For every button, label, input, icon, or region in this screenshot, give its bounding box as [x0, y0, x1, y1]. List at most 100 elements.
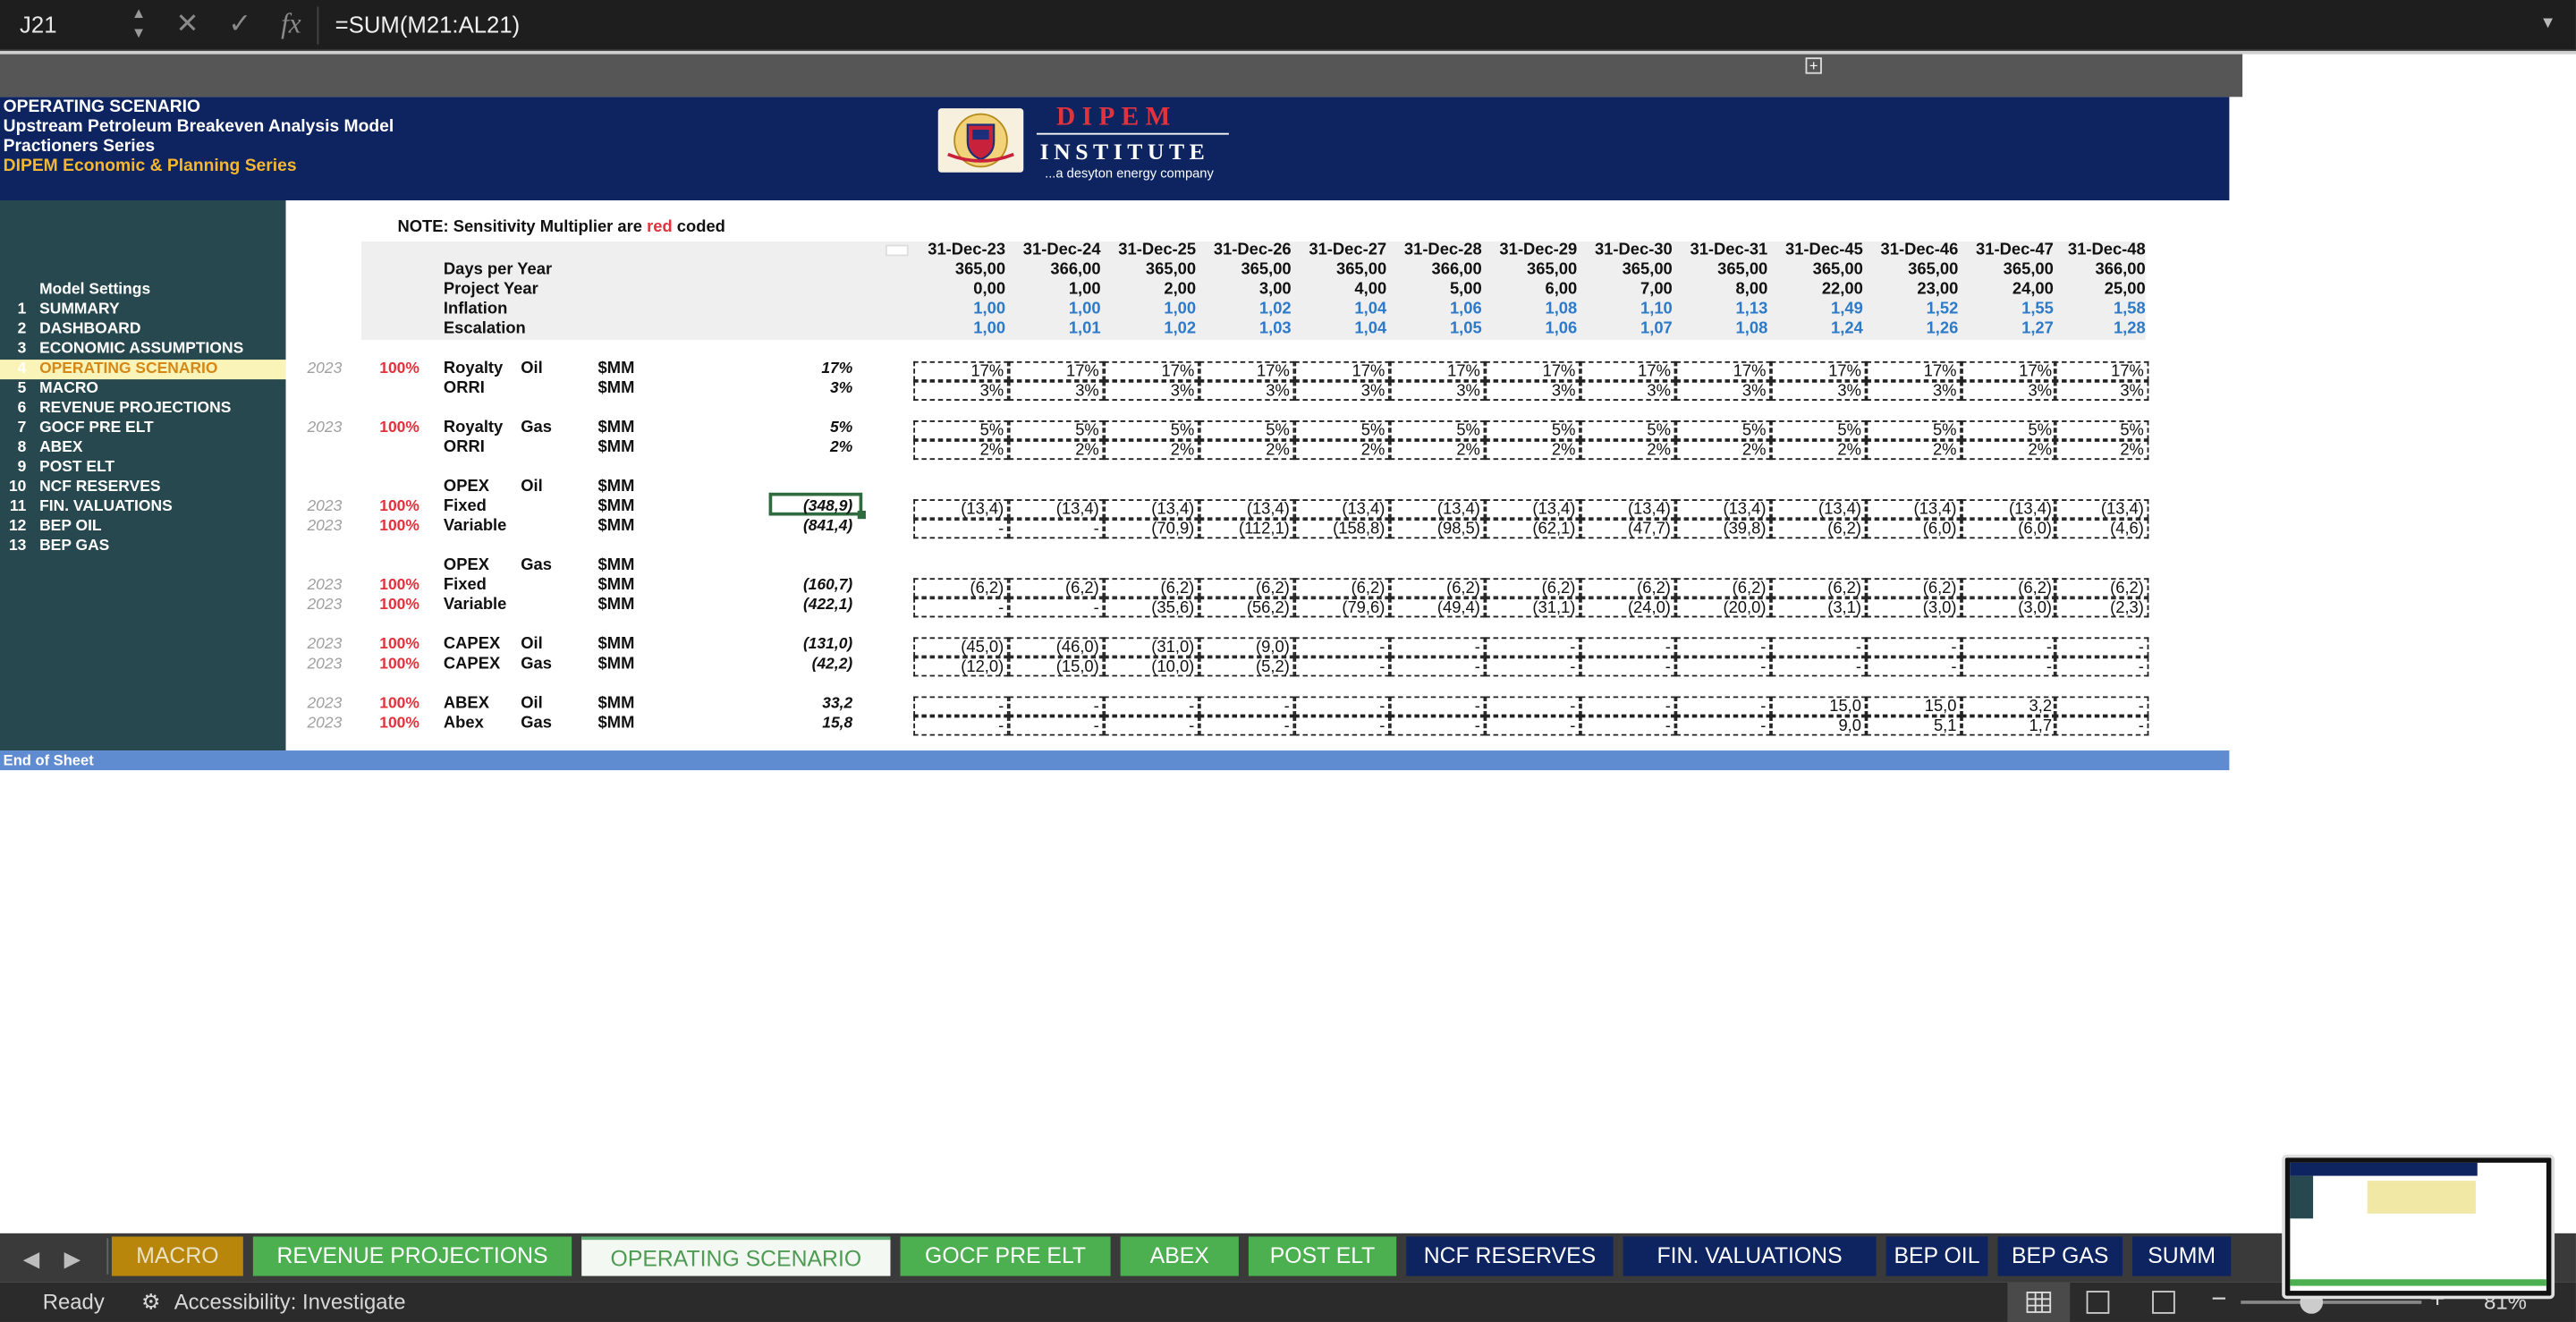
value-cell[interactable]: -: [1008, 597, 1105, 618]
value-cell[interactable]: 3%: [1675, 380, 1771, 401]
value-cell[interactable]: (6,2): [1580, 578, 1676, 598]
value-cell[interactable]: 2%: [1389, 440, 1486, 461]
value-cell[interactable]: 5%: [1580, 420, 1676, 441]
value-cell[interactable]: (70,9): [1104, 519, 1199, 539]
tab-sheet[interactable]: GOCF PRE ELT: [900, 1236, 1111, 1276]
zoom-out-icon[interactable]: −: [2211, 1286, 2226, 1316]
value-cell[interactable]: -: [1675, 696, 1771, 716]
value-cell[interactable]: -: [1199, 716, 1295, 736]
value-cell[interactable]: 17%: [1962, 360, 2057, 381]
value-cell[interactable]: (45,0): [913, 637, 1009, 657]
value-cell[interactable]: 3%: [2053, 380, 2149, 401]
value-cell[interactable]: (13,4): [2053, 499, 2149, 520]
name-box-stepper-icon[interactable]: ▲ ▼: [131, 4, 146, 43]
value-cell[interactable]: 15,0: [1866, 696, 1962, 716]
sensitivity-multiplier[interactable]: 3%: [754, 379, 852, 397]
value-cell[interactable]: 2%: [1199, 440, 1295, 461]
sensitivity-multiplier[interactable]: (841,4): [754, 517, 852, 535]
value-cell[interactable]: -: [1485, 657, 1580, 677]
value-cell[interactable]: 5%: [1485, 420, 1580, 441]
page-break-view-icon[interactable]: [2152, 1291, 2175, 1314]
value-cell[interactable]: 17%: [1770, 360, 1867, 381]
value-cell[interactable]: -: [1389, 637, 1486, 657]
value-cell[interactable]: (49,4): [1389, 597, 1486, 618]
value-cell[interactable]: -: [1675, 637, 1771, 657]
value-cell[interactable]: -: [913, 597, 1009, 618]
sensitivity-percent[interactable]: 100%: [379, 497, 419, 515]
sensitivity-multiplier[interactable]: 2%: [754, 438, 852, 456]
value-cell[interactable]: (13,4): [1580, 499, 1676, 520]
sensitivity-percent[interactable]: 100%: [379, 576, 419, 594]
value-cell[interactable]: 17%: [1389, 360, 1486, 381]
sensitivity-multiplier[interactable]: (42,2): [754, 656, 853, 674]
value-cell[interactable]: -: [1675, 657, 1771, 677]
name-box[interactable]: J21: [20, 12, 56, 38]
value-cell[interactable]: 5%: [1866, 420, 1962, 441]
value-cell[interactable]: -: [1199, 696, 1295, 716]
sidebar-item[interactable]: 10 NCF RESERVES: [0, 478, 286, 497]
value-cell[interactable]: (13,4): [1389, 499, 1486, 520]
sensitivity-multiplier[interactable]: 5%: [754, 419, 852, 436]
value-cell[interactable]: 3%: [1389, 380, 1486, 401]
tab-sheet[interactable]: FIN. VALUATIONS: [1623, 1236, 1877, 1276]
value-cell[interactable]: -: [1008, 519, 1105, 539]
value-cell[interactable]: 17%: [1675, 360, 1771, 381]
tab-sheet[interactable]: NCF RESERVES: [1406, 1236, 1614, 1276]
value-cell[interactable]: (3,1): [1770, 597, 1867, 618]
value-cell[interactable]: -: [1866, 637, 1962, 657]
value-cell[interactable]: (13,4): [1104, 499, 1199, 520]
value-cell[interactable]: -: [1962, 657, 2057, 677]
cancel-icon[interactable]: ✕: [176, 8, 199, 41]
value-cell[interactable]: (2,3): [2053, 597, 2149, 618]
value-cell[interactable]: -: [1008, 716, 1105, 736]
sensitivity-percent[interactable]: 100%: [379, 695, 419, 713]
value-cell[interactable]: 3%: [1294, 380, 1390, 401]
value-cell[interactable]: -: [1580, 637, 1676, 657]
value-cell[interactable]: 5%: [1389, 420, 1486, 441]
value-cell[interactable]: 2%: [1008, 440, 1105, 461]
value-cell[interactable]: (6,2): [1389, 578, 1486, 598]
sidebar-item[interactable]: 6 REVENUE PROJECTIONS: [0, 399, 286, 419]
value-cell[interactable]: (6,2): [913, 578, 1009, 598]
value-cell[interactable]: 3%: [1770, 380, 1867, 401]
tab-sheet[interactable]: MACRO: [111, 1236, 243, 1276]
value-cell[interactable]: (56,2): [1199, 597, 1295, 618]
value-cell[interactable]: 2%: [913, 440, 1009, 461]
value-cell[interactable]: 2%: [2053, 440, 2149, 461]
function-icon[interactable]: fx: [281, 8, 301, 41]
value-cell[interactable]: (6,2): [1199, 578, 1295, 598]
value-cell[interactable]: 5%: [1199, 420, 1295, 441]
value-cell[interactable]: -: [913, 519, 1009, 539]
sidebar-item[interactable]: 13 BEP GAS: [0, 537, 286, 556]
value-cell[interactable]: -: [1485, 696, 1580, 716]
sensitivity-percent[interactable]: 100%: [379, 517, 419, 535]
value-cell[interactable]: -: [1389, 696, 1486, 716]
value-cell[interactable]: -: [1580, 657, 1676, 677]
sidebar-item[interactable]: 9 POST ELT: [0, 458, 286, 478]
value-cell[interactable]: 5%: [913, 420, 1009, 441]
tab-sheet[interactable]: OPERATING SCENARIO: [581, 1236, 891, 1276]
value-cell[interactable]: 2%: [1962, 440, 2057, 461]
tab-sheet[interactable]: POST ELT: [1248, 1236, 1397, 1276]
value-cell[interactable]: -: [1389, 657, 1486, 677]
sensitivity-multiplier[interactable]: (348,9): [754, 497, 852, 515]
value-cell[interactable]: -: [1294, 696, 1390, 716]
value-cell[interactable]: 17%: [1485, 360, 1580, 381]
sensitivity-percent[interactable]: 100%: [379, 656, 419, 674]
value-cell[interactable]: (12,0): [913, 657, 1009, 677]
value-cell[interactable]: (6,2): [1104, 578, 1199, 598]
value-cell[interactable]: (5,2): [1199, 657, 1295, 677]
sidebar-item[interactable]: 8 ABEX: [0, 438, 286, 458]
value-cell[interactable]: (6,0): [1962, 519, 2057, 539]
value-cell[interactable]: 1,7: [1962, 716, 2057, 736]
value-cell[interactable]: -: [1485, 637, 1580, 657]
value-cell[interactable]: (6,2): [1866, 578, 1962, 598]
tab-sheet[interactable]: ABEX: [1120, 1236, 1239, 1276]
value-cell[interactable]: 2%: [1294, 440, 1390, 461]
value-cell[interactable]: (13,4): [1962, 499, 2057, 520]
sidebar-item[interactable]: 11 FIN. VALUATIONS: [0, 497, 286, 517]
tab-sheet[interactable]: BEP GAS: [1997, 1236, 2123, 1276]
value-cell[interactable]: 5%: [1675, 420, 1771, 441]
value-cell[interactable]: -: [2053, 716, 2149, 736]
value-cell[interactable]: (158,8): [1294, 519, 1390, 539]
